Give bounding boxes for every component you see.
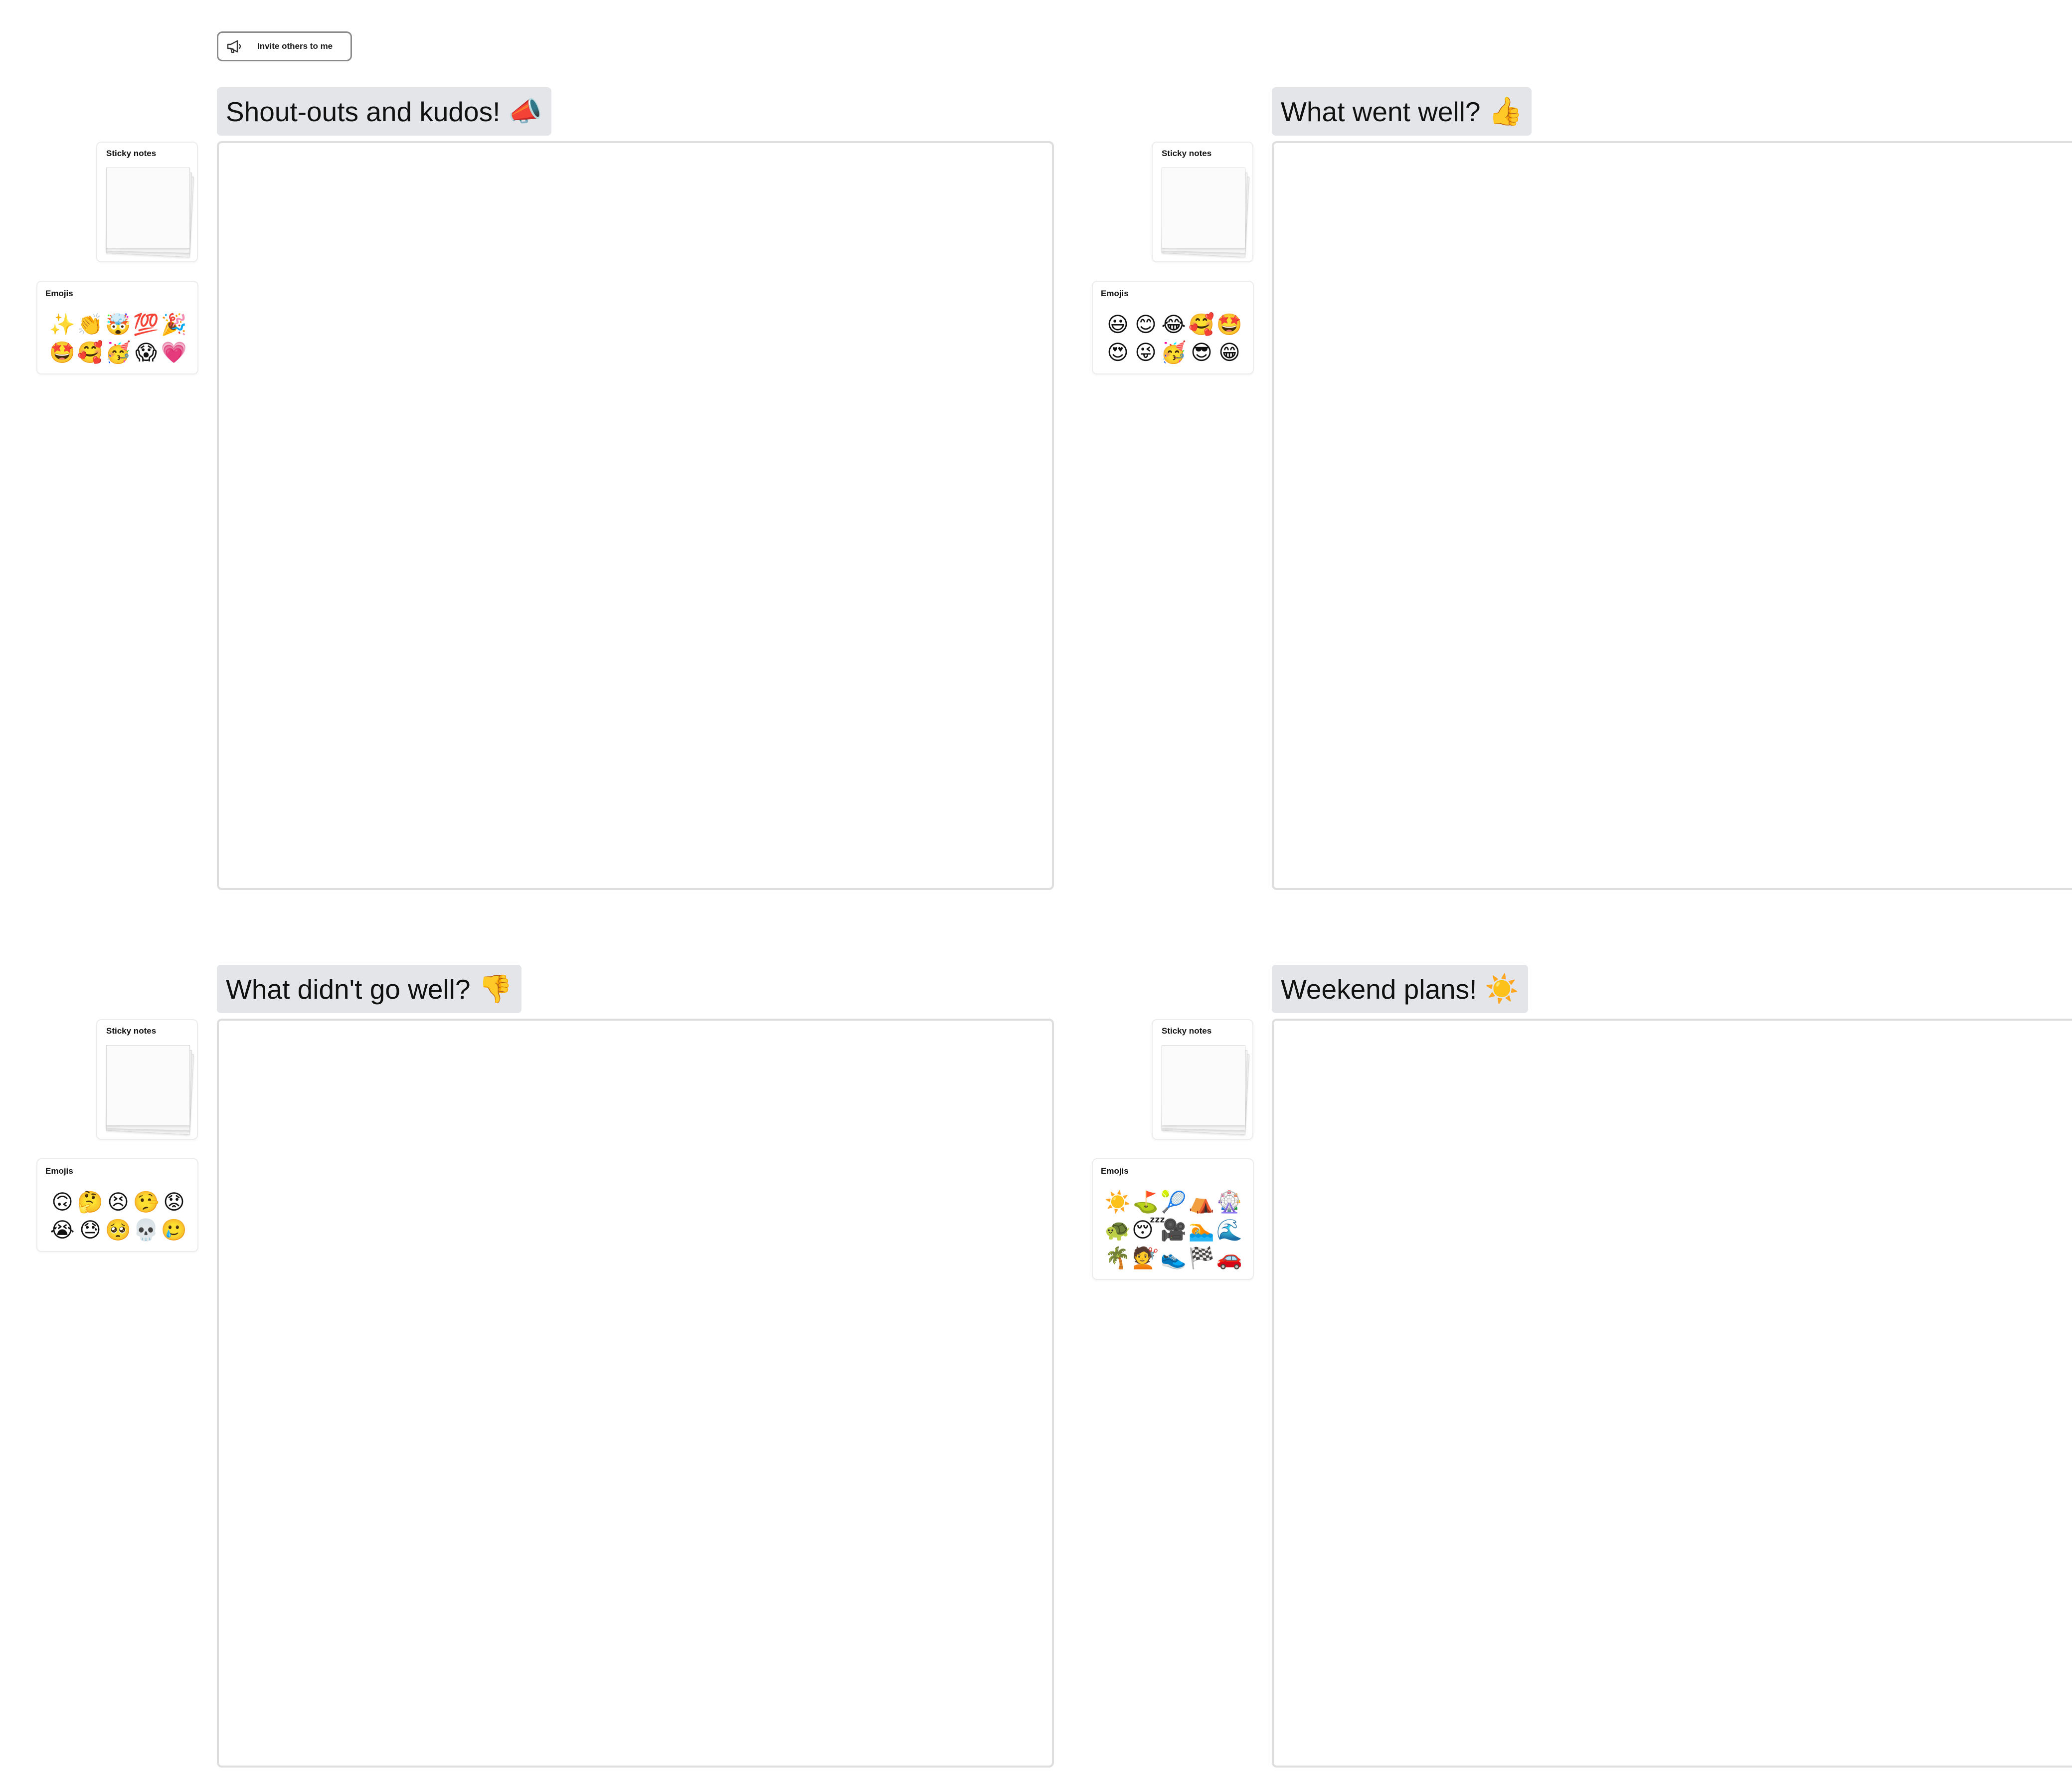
section-title-text: Shout-outs and kudos! xyxy=(226,96,501,127)
megaphone-emoji: 📣 xyxy=(508,96,542,127)
sweat-emoji[interactable]: 😓 xyxy=(76,1216,104,1244)
sticky-notes-widget[interactable]: Sticky notes xyxy=(1152,1019,1253,1140)
section-area-shoutouts[interactable] xyxy=(217,141,1054,890)
sleeping-emoji[interactable]: 😴 xyxy=(1132,1216,1165,1244)
emojis-widget: Emojis 🙃 🤔 😣 🤥 😟 😭 😓 🥺 💀 🥲 xyxy=(36,1158,198,1252)
invite-button[interactable]: Invite others to me xyxy=(217,31,352,61)
sticky-note-sheet xyxy=(1162,168,1245,248)
emojis-label: Emojis xyxy=(1101,1166,1129,1176)
partying-face-emoji[interactable]: 🥳 xyxy=(1160,339,1188,366)
thumbs-up-emoji: 👍 xyxy=(1488,96,1523,127)
sticky-notes-label: Sticky notes xyxy=(106,149,157,158)
emoji-grid: ✨ 👏 🤯 💯 🎉 🤩 🥰 🥳 😱 💗 xyxy=(48,311,188,366)
tennis-emoji[interactable]: 🎾 xyxy=(1160,1188,1188,1216)
lying-face-emoji[interactable]: 🤥 xyxy=(132,1188,160,1216)
emoji-grid: ☀️ ⛳ 🎾 ⛺ 🎡 🐢 😴 🎥 🏊 🌊 🌴 💇 👟 🏁 🚗 xyxy=(1104,1188,1243,1272)
emoji-grid: 😃 😊 😂 🥰 🤩 😍 😜 🥳 😎 😁 xyxy=(1104,311,1243,366)
smiling-hearts-emoji[interactable]: 🥰 xyxy=(76,339,104,366)
sticky-note-stack[interactable] xyxy=(1161,167,1250,258)
sparkles-emoji[interactable]: ✨ xyxy=(48,311,76,339)
sticky-note-stack[interactable] xyxy=(106,1044,194,1135)
section-title-weekend-plans[interactable]: Weekend plans! ☀️ xyxy=(1272,965,1528,1013)
sunglasses-emoji[interactable]: 😎 xyxy=(1188,339,1215,366)
movie-camera-emoji[interactable]: 🎥 xyxy=(1160,1216,1188,1244)
winking-tongue-emoji[interactable]: 😜 xyxy=(1132,339,1160,366)
section-title-didnt-go-well[interactable]: What didn't go well? 👎 xyxy=(217,965,521,1013)
clap-emoji[interactable]: 👏 xyxy=(76,311,104,339)
sticky-notes-widget[interactable]: Sticky notes xyxy=(96,1019,198,1140)
star-struck-emoji[interactable]: 🤩 xyxy=(48,339,76,366)
emojis-widget: Emojis ✨ 👏 🤯 💯 🎉 🤩 🥰 🥳 😱 💗 xyxy=(36,281,198,374)
thumbs-down-emoji: 👎 xyxy=(478,973,513,1004)
section-area-went-well[interactable] xyxy=(1272,141,2072,890)
wave-emoji[interactable]: 🌊 xyxy=(1215,1216,1243,1244)
joy-emoji[interactable]: 😂 xyxy=(1160,311,1188,339)
ferris-wheel-emoji[interactable]: 🎡 xyxy=(1215,1188,1243,1216)
sticky-notes-widget[interactable]: Sticky notes xyxy=(1152,142,1253,262)
sticky-note-stack[interactable] xyxy=(106,167,194,258)
checkered-flag-emoji[interactable]: 🏁 xyxy=(1188,1244,1215,1272)
mind-blown-emoji[interactable]: 🤯 xyxy=(104,311,132,339)
pleading-emoji[interactable]: 🥺 xyxy=(104,1216,132,1244)
section-area-didnt-go-well[interactable] xyxy=(217,1019,1054,1768)
section-title-text: What went well? xyxy=(1281,96,1481,127)
partying-face-emoji[interactable]: 🥳 xyxy=(104,339,132,366)
megaphone-icon xyxy=(225,38,244,55)
thinking-emoji[interactable]: 🤔 xyxy=(76,1188,104,1216)
sob-emoji[interactable]: 😭 xyxy=(48,1216,76,1244)
emojis-widget: Emojis ☀️ ⛳ 🎾 ⛺ 🎡 🐢 😴 🎥 🏊 🌊 🌴 💇 👟 🏁 🚗 xyxy=(1092,1158,1254,1280)
worried-emoji[interactable]: 😟 xyxy=(160,1188,188,1216)
sticky-notes-widget[interactable]: Sticky notes xyxy=(96,142,198,262)
invite-button-label: Invite others to me xyxy=(257,41,333,51)
emojis-label: Emojis xyxy=(45,1166,73,1176)
upside-down-emoji[interactable]: 🙃 xyxy=(48,1188,76,1216)
section-title-shoutouts[interactable]: Shout-outs and kudos! 📣 xyxy=(217,87,551,136)
heart-emoji[interactable]: 💗 xyxy=(160,339,188,366)
sticky-note-sheet xyxy=(106,168,190,248)
haircut-emoji[interactable]: 💇 xyxy=(1132,1244,1160,1272)
golf-emoji[interactable]: ⛳ xyxy=(1132,1188,1160,1216)
section-title-text: Weekend plans! xyxy=(1281,973,1477,1005)
section-title-went-well[interactable]: What went well? 👍 xyxy=(1272,87,1532,136)
palm-tree-emoji[interactable]: 🌴 xyxy=(1104,1244,1132,1272)
tent-emoji[interactable]: ⛺ xyxy=(1188,1188,1215,1216)
sticky-notes-label: Sticky notes xyxy=(1162,149,1212,158)
smiling-tear-emoji[interactable]: 🥲 xyxy=(160,1216,188,1244)
car-emoji[interactable]: 🚗 xyxy=(1215,1244,1243,1272)
sticky-notes-label: Sticky notes xyxy=(1162,1026,1212,1036)
turtle-emoji[interactable]: 🐢 xyxy=(1104,1216,1132,1244)
heart-eyes-emoji[interactable]: 😍 xyxy=(1104,339,1132,366)
persevere-emoji[interactable]: 😣 xyxy=(104,1188,132,1216)
swimmer-emoji[interactable]: 🏊 xyxy=(1188,1216,1215,1244)
star-struck-emoji[interactable]: 🤩 xyxy=(1215,311,1243,339)
sticky-note-stack[interactable] xyxy=(1161,1044,1250,1135)
sun-emoji[interactable]: ☀️ xyxy=(1104,1188,1132,1216)
sticky-note-sheet xyxy=(1162,1045,1245,1126)
emojis-widget: Emojis 😃 😊 😂 🥰 🤩 😍 😜 🥳 😎 😁 xyxy=(1092,281,1254,374)
sun-emoji: ☀️ xyxy=(1485,973,1519,1004)
blush-emoji[interactable]: 😊 xyxy=(1132,311,1160,339)
section-title-text: What didn't go well? xyxy=(226,973,471,1005)
emojis-label: Emojis xyxy=(1101,289,1129,298)
emoji-grid: 🙃 🤔 😣 🤥 😟 😭 😓 🥺 💀 🥲 xyxy=(48,1188,188,1244)
emojis-label: Emojis xyxy=(45,289,73,298)
grinning-emoji[interactable]: 😃 xyxy=(1104,311,1132,339)
sneaker-emoji[interactable]: 👟 xyxy=(1160,1244,1188,1272)
sticky-notes-label: Sticky notes xyxy=(106,1026,157,1036)
sticky-note-sheet xyxy=(106,1045,190,1126)
screaming-emoji[interactable]: 😱 xyxy=(132,339,160,366)
smiling-hearts-emoji[interactable]: 🥰 xyxy=(1188,311,1215,339)
skull-emoji[interactable]: 💀 xyxy=(132,1216,160,1244)
hundred-emoji[interactable]: 💯 xyxy=(132,311,160,339)
whiteboard-canvas[interactable]: Invite others to me Shout-outs and kudos… xyxy=(0,0,2072,1781)
grin-emoji[interactable]: 😁 xyxy=(1215,339,1243,366)
party-popper-emoji[interactable]: 🎉 xyxy=(160,311,188,339)
section-area-weekend-plans[interactable] xyxy=(1272,1019,2072,1768)
